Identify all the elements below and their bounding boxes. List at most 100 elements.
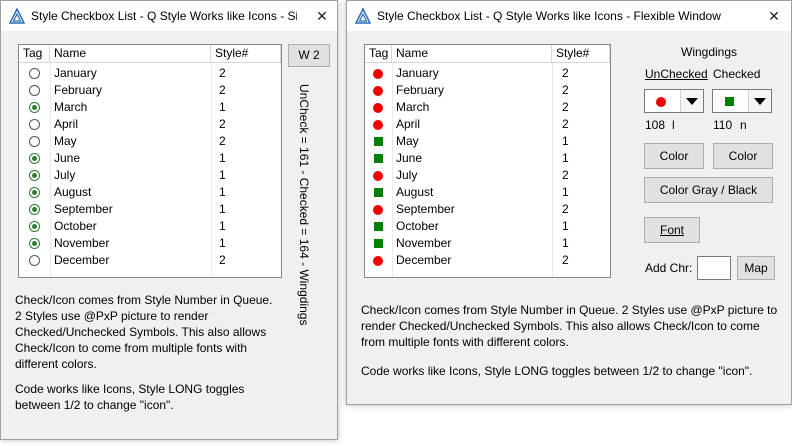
unchecked-dot-icon[interactable] — [373, 69, 383, 79]
checked-square-icon[interactable] — [374, 137, 383, 146]
unchecked-dot-icon[interactable] — [373, 103, 383, 113]
month-list[interactable]: Tag Name Style# January 2 February 2 March 2 A… — [364, 44, 611, 278]
checked-code: 110 — [713, 118, 733, 132]
list-item[interactable]: January 2 — [365, 65, 610, 82]
list-item[interactable]: August 1 — [365, 184, 610, 201]
checked-radio-icon[interactable] — [29, 153, 40, 164]
unchecked-radio-icon[interactable] — [29, 136, 40, 147]
unchecked-radio-icon[interactable] — [29, 119, 40, 130]
unchecked-code: 108 — [645, 118, 666, 132]
checked-square-icon[interactable] — [374, 154, 383, 163]
list-item[interactable]: March 2 — [365, 99, 610, 116]
list-item[interactable]: June 1 — [19, 150, 281, 167]
checked-label: Checked — [713, 67, 761, 81]
unchecked-radio-icon[interactable] — [29, 68, 40, 79]
chevron-down-icon[interactable] — [748, 90, 771, 112]
list-item[interactable]: May 2 — [19, 133, 281, 150]
row-style: 2 — [219, 117, 226, 131]
list-item[interactable]: November 1 — [365, 235, 610, 252]
unchecked-dot-icon[interactable] — [373, 120, 383, 130]
unchecked-symbol-preview — [656, 97, 666, 107]
column-header-tag[interactable]: Tag — [19, 45, 50, 63]
column-header-name[interactable]: Name — [50, 45, 211, 63]
list-item[interactable]: November 1 — [19, 235, 281, 252]
row-name: December — [396, 253, 452, 267]
unchecked-dot-icon[interactable] — [373, 86, 383, 96]
row-style: 2 — [219, 253, 226, 267]
unchecked-radio-icon[interactable] — [29, 85, 40, 96]
column-header-style[interactable]: Style# — [552, 45, 610, 63]
row-name: November — [396, 236, 452, 250]
row-style: 2 — [562, 168, 569, 182]
row-name: March — [54, 100, 88, 114]
unchecked-char: l — [672, 118, 675, 132]
list-item[interactable]: September 2 — [365, 201, 610, 218]
w2-button[interactable]: W 2 — [288, 44, 330, 67]
close-icon[interactable]: ✕ — [309, 5, 335, 27]
list-item[interactable]: December 2 — [19, 252, 281, 269]
row-style: 1 — [562, 151, 569, 165]
unchecked-symbol-select[interactable] — [644, 89, 704, 113]
description-2: Code works like Icons, Style LONG toggle… — [361, 364, 753, 378]
list-item[interactable]: October 1 — [19, 218, 281, 235]
row-style: 1 — [219, 185, 226, 199]
add-chr-input[interactable] — [697, 256, 731, 280]
map-button[interactable]: Map — [737, 256, 775, 280]
color-gray-black-button[interactable]: Color Gray / Black — [644, 177, 773, 203]
font-button[interactable]: Font — [644, 217, 700, 243]
row-style: 2 — [562, 83, 569, 97]
row-style: 1 — [219, 202, 226, 216]
month-list[interactable]: Tag Name Style# January 2 February 2 March 1 A… — [18, 44, 282, 278]
unchecked-dot-icon[interactable] — [373, 171, 383, 181]
checked-radio-icon[interactable] — [29, 204, 40, 215]
checked-square-icon[interactable] — [374, 239, 383, 248]
list-item[interactable]: July 1 — [19, 167, 281, 184]
app-icon — [355, 8, 371, 24]
row-name: July — [396, 168, 418, 182]
row-style: 1 — [562, 236, 569, 250]
left-titlebar[interactable]: Style Checkbox List - Q Style Works like… — [1, 1, 337, 31]
row-name: October — [54, 219, 97, 233]
unchecked-dot-icon[interactable] — [373, 256, 383, 266]
chevron-down-icon[interactable] — [680, 90, 703, 112]
row-style: 2 — [562, 202, 569, 216]
row-name: June — [54, 151, 81, 165]
list-item[interactable]: October 1 — [365, 218, 610, 235]
column-header-tag[interactable]: Tag — [365, 45, 392, 63]
checked-symbol-select[interactable] — [712, 89, 772, 113]
list-item[interactable]: January 2 — [19, 65, 281, 82]
checked-radio-icon[interactable] — [29, 221, 40, 232]
unchecked-dot-icon[interactable] — [373, 205, 383, 215]
row-style: 1 — [562, 185, 569, 199]
unchecked-radio-icon[interactable] — [29, 255, 40, 266]
list-item[interactable]: April 2 — [19, 116, 281, 133]
checked-radio-icon[interactable] — [29, 102, 40, 113]
unchecked-color-button[interactable]: Color — [644, 143, 704, 169]
list-item[interactable]: April 2 — [365, 116, 610, 133]
list-item[interactable]: June 1 — [365, 150, 610, 167]
checked-radio-icon[interactable] — [29, 187, 40, 198]
checked-radio-icon[interactable] — [29, 170, 40, 181]
right-titlebar[interactable]: Style Checkbox List - Q Style Works like… — [347, 1, 791, 31]
row-name: January — [396, 66, 439, 80]
row-style: 1 — [219, 100, 226, 114]
row-style: 2 — [562, 117, 569, 131]
close-icon[interactable]: ✕ — [761, 5, 787, 27]
list-item[interactable]: February 2 — [365, 82, 610, 99]
column-header-name[interactable]: Name — [392, 45, 552, 63]
checked-color-button[interactable]: Color — [713, 143, 773, 169]
list-item[interactable]: May 1 — [365, 133, 610, 150]
list-item[interactable]: September 1 — [19, 201, 281, 218]
checked-square-icon[interactable] — [374, 188, 383, 197]
list-item[interactable]: March 1 — [19, 99, 281, 116]
row-name: November — [54, 236, 110, 250]
list-item[interactable]: December 2 — [365, 252, 610, 269]
list-item[interactable]: August 1 — [19, 184, 281, 201]
row-style: 2 — [219, 83, 226, 97]
column-header-style[interactable]: Style# — [211, 45, 281, 63]
checked-square-icon[interactable] — [374, 222, 383, 231]
list-item[interactable]: February 2 — [19, 82, 281, 99]
font-name-label: Wingdings — [681, 45, 738, 59]
checked-radio-icon[interactable] — [29, 238, 40, 249]
list-item[interactable]: July 2 — [365, 167, 610, 184]
